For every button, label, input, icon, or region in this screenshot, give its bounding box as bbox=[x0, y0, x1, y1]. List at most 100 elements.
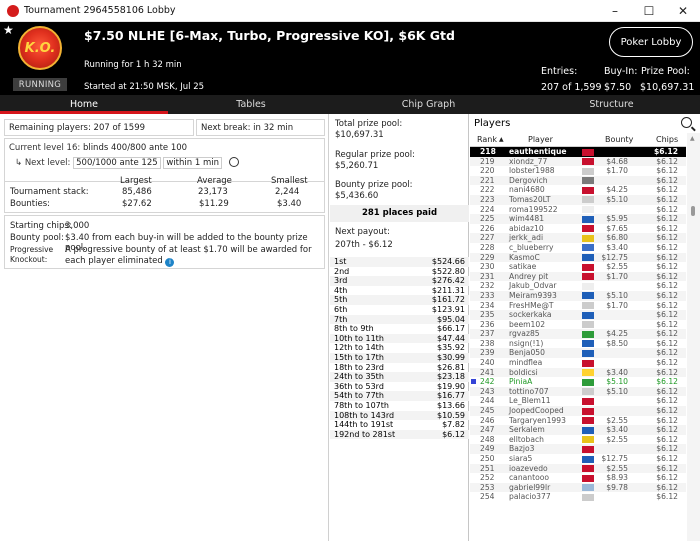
player-name: Dergovich bbox=[509, 175, 548, 185]
player-row[interactable]: 251 ioazevedo $2.55 $6.12 bbox=[470, 463, 686, 474]
scrollbar-thumb[interactable] bbox=[691, 206, 695, 216]
player-row[interactable]: 226 abidaz10 $7.65 $6.12 bbox=[470, 224, 686, 234]
payout-place: 144th to 191st bbox=[334, 420, 394, 430]
payout-row: 10th to 11th $47.44 bbox=[330, 333, 469, 344]
payout-row: 6th $123.91 bbox=[330, 305, 469, 315]
column-bounty[interactable]: Bounty bbox=[605, 135, 633, 144]
player-row[interactable]: 220 lobster1988 $1.70 $6.12 bbox=[470, 166, 686, 176]
column-player[interactable]: Player bbox=[528, 135, 553, 144]
player-chips: $6.12 bbox=[656, 252, 678, 262]
player-row[interactable]: 252 canantooo $8.93 $6.12 bbox=[470, 473, 686, 483]
player-chips: $6.12 bbox=[656, 300, 678, 310]
player-row[interactable]: 227 jerkk_adi $6.80 $6.12 bbox=[470, 233, 686, 243]
player-row[interactable]: 234 FresHMe@T $1.70 $6.12 bbox=[470, 301, 686, 311]
player-row[interactable]: 232 Jakub_Odvar $6.12 bbox=[470, 281, 686, 291]
scroll-up-icon[interactable]: ▲ bbox=[690, 135, 695, 142]
maximize-button[interactable]: ☐ bbox=[632, 0, 666, 22]
tab-chip-graph[interactable]: Chip Graph bbox=[334, 95, 523, 114]
info-icon[interactable]: i bbox=[165, 258, 175, 267]
player-row[interactable]: 254 palacio377 $6.12 bbox=[470, 492, 686, 502]
player-row[interactable]: 233 Meiram9393 $5.10 $6.12 bbox=[470, 290, 686, 301]
payout-row: 18th to 23rd $26.81 bbox=[330, 363, 469, 373]
next-level-label: Next level: bbox=[24, 158, 71, 168]
player-row[interactable]: 223 Tomas20LT $5.10 $6.12 bbox=[470, 194, 686, 205]
player-bounty: $12.75 bbox=[601, 252, 628, 262]
payout-row: 78th to 107th $13.66 bbox=[330, 401, 469, 411]
player-name: nsign(!1) bbox=[509, 338, 544, 348]
player-name: ioazevedo bbox=[509, 463, 548, 473]
player-row[interactable]: 229 KasmoC $12.75 $6.12 bbox=[470, 252, 686, 263]
player-row[interactable]: 225 wim4481 $5.95 $6.12 bbox=[470, 214, 686, 224]
player-name: FresHMe@T bbox=[509, 300, 554, 310]
player-row[interactable]: 245 JoopedCooped $6.12 bbox=[470, 406, 686, 416]
player-row[interactable]: 242 PiniaA $5.10 $6.12 bbox=[470, 377, 686, 387]
player-name: tottino707 bbox=[509, 386, 549, 396]
player-bounty: $3.40 bbox=[606, 425, 628, 435]
player-name: Bazjo3 bbox=[509, 444, 535, 454]
player-row[interactable]: 250 siara5 $12.75 $6.12 bbox=[470, 454, 686, 464]
player-name: Meiram9393 bbox=[509, 290, 557, 300]
player-row[interactable]: 231 Andrey pit $1.70 $6.12 bbox=[470, 271, 686, 282]
players-scrollbar[interactable]: ▲ bbox=[687, 133, 700, 541]
player-row[interactable]: 219 xiondz_77 $4.68 $6.12 bbox=[470, 156, 686, 167]
player-row[interactable]: 237 rgvaz85 $4.25 $6.12 bbox=[470, 329, 686, 339]
player-rank: 224 bbox=[480, 204, 495, 214]
player-row[interactable]: 222 nani4680 $4.25 $6.12 bbox=[470, 185, 686, 195]
player-chips: $6.12 bbox=[656, 271, 678, 281]
search-icon[interactable] bbox=[681, 117, 692, 128]
progressive-label-1: Progressive bbox=[10, 245, 54, 254]
country-flag-icon bbox=[582, 282, 594, 290]
player-rank: 251 bbox=[480, 463, 495, 473]
player-row[interactable]: 246 Targaryen1993 $2.55 $6.12 bbox=[470, 416, 686, 426]
player-row[interactable]: 248 elltobach $2.55 $6.12 bbox=[470, 435, 686, 445]
player-bounty: $9.78 bbox=[606, 482, 628, 492]
country-flag-icon bbox=[582, 186, 594, 194]
player-row[interactable]: 243 tottino707 $5.10 $6.12 bbox=[470, 386, 686, 397]
country-flag-icon bbox=[582, 378, 594, 386]
player-name: lobster1988 bbox=[509, 166, 555, 176]
tab-structure[interactable]: Structure bbox=[523, 95, 700, 114]
player-row[interactable]: 235 sockerkaka $6.12 bbox=[470, 310, 686, 320]
country-flag-icon bbox=[582, 273, 594, 281]
tab-home[interactable]: Home bbox=[0, 95, 168, 114]
payout-amount: $23.18 bbox=[437, 372, 465, 382]
country-flag-icon bbox=[582, 417, 594, 425]
player-row[interactable]: 230 satikae $2.55 $6.12 bbox=[470, 262, 686, 272]
player-chips: $6.12 bbox=[656, 175, 678, 185]
player-row[interactable]: 253 gabriel99lr $9.78 $6.12 bbox=[470, 482, 686, 493]
player-name: eauthentique bbox=[509, 147, 567, 156]
payout-place: 18th to 23rd bbox=[334, 362, 384, 372]
poker-lobby-button[interactable]: Poker Lobby bbox=[609, 27, 693, 57]
tab-tables[interactable]: Tables bbox=[168, 95, 334, 114]
player-chips: $6.12 bbox=[656, 367, 678, 377]
country-flag-icon bbox=[582, 177, 594, 185]
player-bounty: $8.93 bbox=[606, 473, 628, 483]
total-prize-label: Total prize pool: bbox=[335, 119, 403, 129]
player-row[interactable]: 238 nsign(!1) $8.50 $6.12 bbox=[470, 339, 686, 349]
pokerstars-logo-icon bbox=[7, 4, 19, 17]
starting-chips-label: Starting chips: bbox=[10, 221, 72, 231]
current-level-value: blinds 400/800 ante 100 bbox=[82, 143, 188, 153]
player-row[interactable]: 228 c_blueberry $3.40 $6.12 bbox=[470, 243, 686, 253]
minimize-button[interactable]: – bbox=[598, 0, 632, 22]
player-row[interactable]: 247 Serkalem $3.40 $6.12 bbox=[470, 425, 686, 435]
player-row[interactable]: 236 beem102 $6.12 bbox=[470, 320, 686, 330]
player-row[interactable]: 218 eauthentique $6.12 bbox=[470, 147, 686, 157]
title-bar: Tournament 2964558106 Lobby – ☐ ✕ bbox=[0, 0, 700, 22]
column-rank[interactable]: Rank bbox=[477, 135, 497, 144]
player-row[interactable]: 224 roma199522 $6.12 bbox=[470, 205, 686, 215]
next-payout-value: 207th - $6.12 bbox=[335, 240, 393, 250]
close-button[interactable]: ✕ bbox=[666, 0, 700, 22]
country-flag-icon bbox=[582, 388, 594, 396]
favorite-star-icon[interactable]: ★ bbox=[3, 23, 14, 37]
column-chips[interactable]: Chips bbox=[656, 135, 678, 144]
player-bounty: $4.25 bbox=[606, 185, 628, 195]
player-chips: $6.12 bbox=[656, 348, 678, 358]
player-row[interactable]: 239 Benja050 $6.12 bbox=[470, 348, 686, 359]
player-row[interactable]: 240 mindflea $6.12 bbox=[470, 358, 686, 368]
player-row[interactable]: 249 Bazjo3 $6.12 bbox=[470, 444, 686, 454]
player-row[interactable]: 221 Dergovich $6.12 bbox=[470, 175, 686, 186]
payout-row: 15th to 17th $30.99 bbox=[330, 352, 469, 363]
player-row[interactable]: 244 Le_Blem11 $6.12 bbox=[470, 396, 686, 406]
player-row[interactable]: 241 boldicsi $3.40 $6.12 bbox=[470, 367, 686, 378]
